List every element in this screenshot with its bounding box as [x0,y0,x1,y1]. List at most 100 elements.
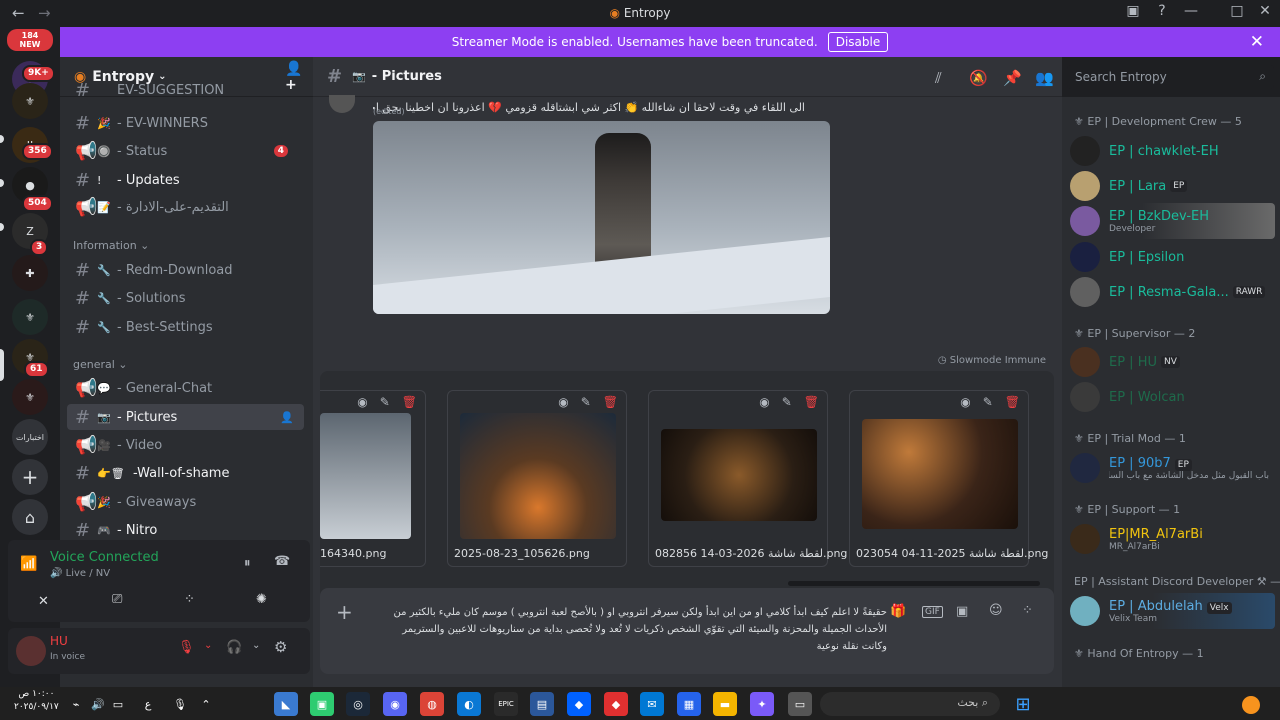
add-member-icon[interactable]: 👤 [280,411,294,424]
attachment-card[interactable]: ◉ ✎ 🗑 164340.png [320,390,426,567]
maximize-icon[interactable]: □ [1226,3,1248,19]
channel-item[interactable]: 📢 🔘 - Status 4 [67,138,304,164]
store-icon[interactable]: ▦ [677,692,701,716]
chevron-down-icon[interactable]: ⌄ [252,640,260,651]
steam-icon[interactable]: ◎ [346,692,370,716]
network-icon[interactable]: ⌁ [64,692,88,716]
taskbar-search[interactable]: بحث ⌕ [820,692,1000,716]
soundboard-icon[interactable]: ✺ [256,592,267,607]
threads-icon[interactable]: ⫽ [935,69,942,87]
epic-games-icon[interactable]: EPIC [494,692,518,716]
mute-icon[interactable]: 🎙 [178,640,195,655]
new-unreads-badge[interactable]: 184 NEW [7,29,53,51]
banner-close-icon[interactable]: ✕ [1250,32,1264,52]
member-item[interactable]: EP | Wolcan [1070,379,1275,415]
app-icon[interactable]: ◣ [274,692,298,716]
help-icon[interactable]: ? [1151,3,1173,19]
channel-item[interactable]: 📢 📝 - التقديم-على-الادارة [67,194,304,220]
pin-icon[interactable]: 📌 [1003,69,1022,87]
language-indicator[interactable]: ع [136,692,160,716]
add-server-icon[interactable]: + [12,459,48,495]
inbox-icon[interactable]: ▣ [1122,3,1144,19]
disconnect-icon[interactable]: ☎ [274,554,290,569]
headphones-icon[interactable]: 🎧 [226,640,242,655]
pencil-icon[interactable]: ✎ [380,395,390,409]
notification-off-icon[interactable]: 🔕 [969,69,988,87]
member-item[interactable]: EP | chawklet-EH [1070,133,1275,169]
eye-icon[interactable]: ◉ [759,395,769,409]
video-off-icon[interactable]: ✕ [38,594,49,609]
windows-start-icon[interactable]: ⊞ [1011,692,1035,716]
chevron-down-icon[interactable]: ⌄ [204,640,212,651]
battery-icon[interactable]: ▭ [106,692,130,716]
app-icon[interactable]: ◆ [604,692,628,716]
dropbox-icon[interactable]: ◆ [567,692,591,716]
category-information[interactable]: Information ⌄ [73,239,149,252]
folder-icon[interactable]: ▬ [713,692,737,716]
avatar[interactable] [329,95,355,113]
composer-text[interactable]: حقيقةً لا اعلم كيف ابدأ كلامي او من اين … [382,604,887,655]
microphone-icon[interactable]: 🎙 [168,692,192,716]
channel-item[interactable]: 📢 💬 - General-Chat [67,375,304,401]
channel-item[interactable]: # 🔧 - Solutions [67,285,304,311]
message-composer[interactable]: + حقيقةً لا اعلم كيف ابدأ كلامي او من اي… [320,588,1054,674]
gif-icon[interactable]: GIF [922,606,943,618]
activities-icon[interactable]: ⁘ [184,592,195,607]
message-image[interactable] [373,121,830,314]
search-input[interactable]: Search Entropy ⌕ [1067,65,1274,89]
channel-item[interactable]: 📢 🎥 - Video [67,432,304,458]
voice-channel[interactable]: 🔊 Live / NV [50,568,110,579]
avatar[interactable] [16,636,46,666]
member-list-icon[interactable]: 👥 [1035,69,1054,87]
server-icon[interactable]: ⚜ [12,379,48,415]
copilot-icon[interactable]: ✦ [750,692,774,716]
channel-item[interactable]: # 👉🗑 -Wall-of-shame [67,460,304,486]
apps-icon[interactable]: ⁘ [1022,603,1033,618]
channel-item[interactable]: # EV-SUGGESTION [67,83,304,97]
chrome-icon[interactable]: ◍ [420,692,444,716]
channel-item[interactable]: 📢 🎉 - Giveaways [67,489,304,515]
emoji-icon[interactable]: ☺ [989,603,1003,618]
sticker-icon[interactable]: ▣ [956,604,968,619]
channel-item[interactable]: #! - Updates [67,167,304,193]
screen-share-icon[interactable]: ⎚ [112,592,122,607]
attachment-card[interactable]: ◉ ✎ 🗑 لقطة شاشة 2026-03-14 082856.png [648,390,847,567]
discover-icon[interactable]: ⌂ [12,499,48,535]
trash-icon[interactable]: 🗑 [402,395,417,409]
edge-icon[interactable]: ◐ [457,692,481,716]
gift-icon[interactable]: 🎁 [890,604,906,619]
pencil-icon[interactable]: ✎ [983,395,993,409]
member-item[interactable]: EP | Resma-Gala... RAWR [1070,274,1275,310]
server-icon[interactable]: ⚜ [12,83,48,119]
channel-item[interactable]: # 🎉 - EV-WINNERS [67,110,304,136]
channel-item-active[interactable]: # 📷 - Pictures 👤 [67,404,304,430]
teams-icon[interactable]: ▤ [530,692,554,716]
member-item[interactable]: EP | HU NV [1070,344,1275,380]
notification-icon[interactable] [1242,696,1260,714]
minimize-icon[interactable]: — [1180,3,1202,19]
soundboard-icon[interactable]: ⏸ [244,556,251,571]
discord-icon[interactable]: ◉ [383,692,407,716]
eye-icon[interactable]: ◉ [960,395,970,409]
attachment-card[interactable]: ◉ ✎ 🗑 2025-08-23_105626.png [447,390,627,567]
chevron-up-icon[interactable]: ⌃ [194,692,218,716]
pencil-icon[interactable]: ✎ [581,395,591,409]
member-item[interactable]: EP | Lara EP [1070,168,1275,204]
server-icon[interactable]: ⚜ [12,299,48,335]
add-attachment-icon[interactable]: + [336,600,353,624]
member-item[interactable]: EP | Abdulelah Velx Velix Team [1070,593,1275,629]
member-item[interactable]: EP | BzkDev-EH Developer [1070,203,1275,239]
eye-icon[interactable]: ◉ [558,395,568,409]
channel-item[interactable]: # 🔧 - Redm-Download [67,257,304,283]
tray-scrollbar[interactable] [788,581,1040,586]
trash-icon[interactable]: 🗑 [1005,395,1020,409]
close-icon[interactable]: ✕ [1254,3,1276,19]
server-icon[interactable]: اختبارات [12,419,48,455]
attachment-card[interactable]: ◉ ✎ 🗑 لقطة شاشة 2025-11-04 023054.png [849,390,1048,567]
eye-icon[interactable]: ◉ [357,395,367,409]
trash-icon[interactable]: 🗑 [603,395,618,409]
pencil-icon[interactable]: ✎ [782,395,792,409]
gear-icon[interactable]: ⚙ [274,638,287,656]
mail-icon[interactable]: ✉ [640,692,664,716]
member-item[interactable]: EP|MR_Al7arBi MR_Al7arBi [1070,521,1275,557]
